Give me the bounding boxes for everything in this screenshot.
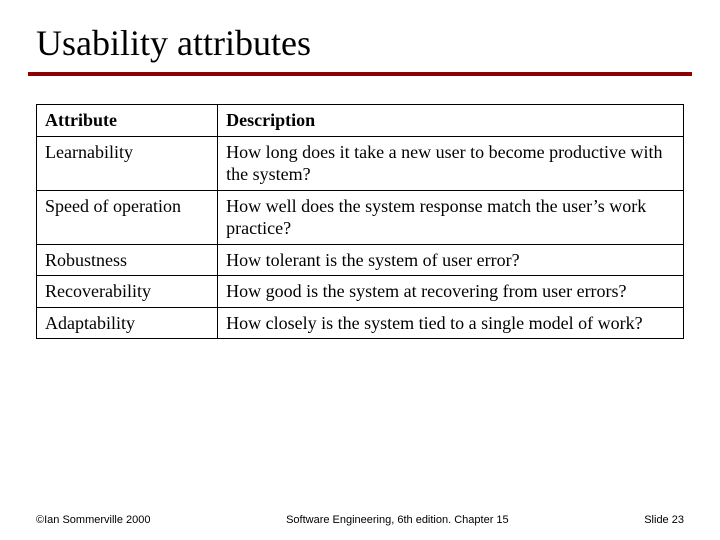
table-row: Robustness How tolerant is the system of… [37,244,684,276]
cell-description: How tolerant is the system of user error… [218,244,684,276]
slide-footer: ©Ian Sommerville 2000 Software Engineeri… [0,514,720,526]
table-row: Speed of operation How well does the sys… [37,190,684,244]
footer-left: ©Ian Sommerville 2000 [36,514,151,526]
cell-description: How long does it take a new user to beco… [218,136,684,190]
footer-center: Software Engineering, 6th edition. Chapt… [286,514,509,526]
slide-content: Attribute Description Learnability How l… [0,76,720,339]
table-row: Recoverability How good is the system at… [37,276,684,308]
header-attribute: Attribute [37,105,218,137]
table-row: Learnability How long does it take a new… [37,136,684,190]
cell-attribute: Recoverability [37,276,218,308]
cell-description: How good is the system at recovering fro… [218,276,684,308]
table-header-row: Attribute Description [37,105,684,137]
header-description: Description [218,105,684,137]
cell-description: How well does the system response match … [218,190,684,244]
slide: Usability attributes Attribute Descripti… [0,0,720,540]
cell-attribute: Robustness [37,244,218,276]
cell-attribute: Adaptability [37,307,218,339]
cell-attribute: Speed of operation [37,190,218,244]
footer-right: Slide 23 [644,514,684,526]
table-row: Adaptability How closely is the system t… [37,307,684,339]
cell-description: How closely is the system tied to a sing… [218,307,684,339]
slide-title: Usability attributes [0,0,720,70]
cell-attribute: Learnability [37,136,218,190]
attributes-table: Attribute Description Learnability How l… [36,104,684,339]
